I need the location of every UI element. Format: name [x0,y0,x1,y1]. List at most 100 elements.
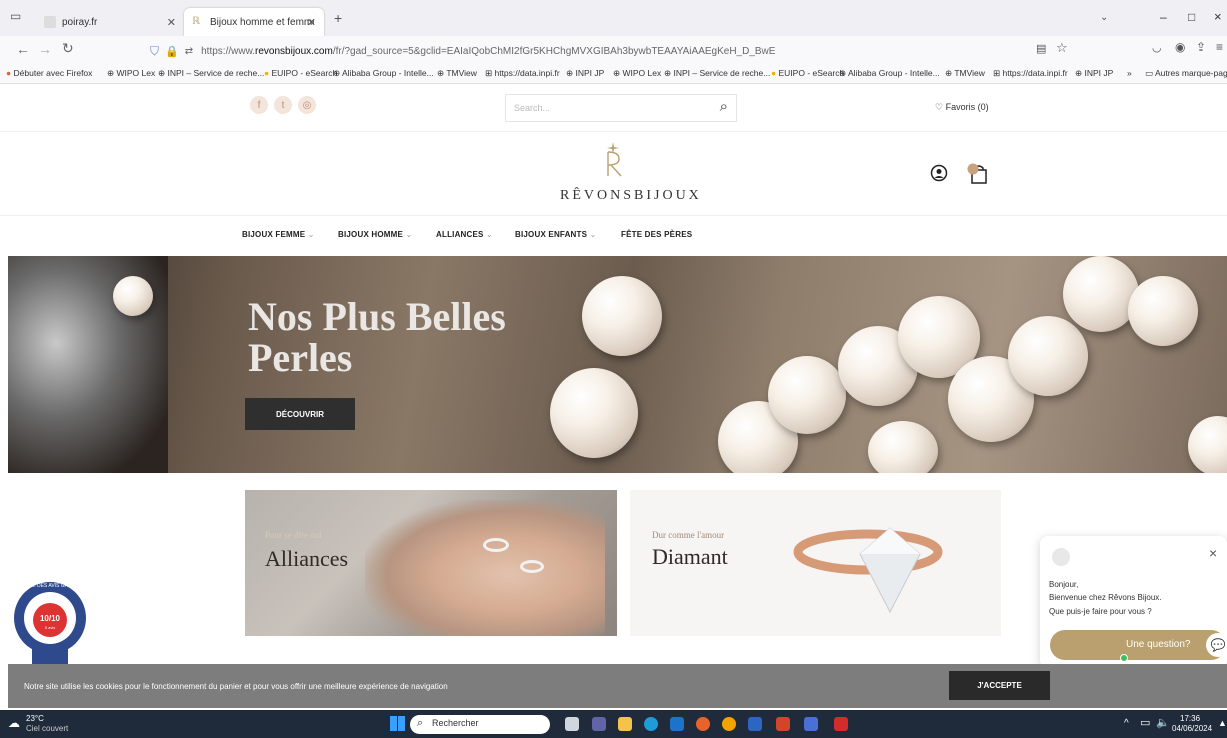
bookmark-star-icon[interactable]: ☆ [1056,40,1068,56]
menu-item-bijoux-enfants[interactable]: BIJOUX ENFANTS ⌄ [515,230,597,239]
hero-title: Nos Plus Belles Perles [248,294,506,380]
app-icon[interactable] [804,717,818,731]
reader-view-icon[interactable]: ▤ [1036,42,1046,55]
logo-text[interactable]: RÊVONSBIJOUX [560,188,702,204]
account-icon[interactable] [930,164,948,182]
ring-image [483,538,509,552]
minimize-button[interactable]: – [1160,10,1167,24]
menu-item-bijoux-femme[interactable]: BIJOUX FEMME ⌄ [242,230,315,239]
favorites-link[interactable]: ♡ Favoris (0) [935,102,989,113]
account-icon[interactable]: ◉ [1175,40,1185,54]
chat-widget: × Bonjour, Bienvenue chez Rêvons Bijoux.… [1040,536,1227,668]
accept-cookies-button[interactable]: J'ACCEPTE [949,671,1050,700]
permissions-icon[interactable]: ⇄ [185,46,193,57]
chat-greeting: Bonjour, [1049,580,1079,589]
tray-chevron-up-icon[interactable]: ^ [1124,718,1129,729]
hands-image [365,500,605,636]
tab-overflow-chevron-icon[interactable]: ⌄ [1100,12,1108,23]
search-input[interactable]: Search... ⌕ [505,94,737,122]
bookmark-item[interactable]: ⊕ Alibaba Group - Intelle... [839,68,940,79]
pearl-image [1188,416,1227,473]
close-window-button[interactable]: × [1214,9,1222,24]
tab-list-icon[interactable]: ▭ [10,9,21,23]
pearl-image [768,356,846,434]
bookmark-item[interactable]: ⊕ INPI JP [1075,68,1113,79]
hero-banner[interactable]: Nos Plus Belles Perles DÉCOUVRIR [8,256,1227,473]
chevron-down-icon: ⌄ [486,230,493,239]
url-bar[interactable]: ⛉ 🔒 ⇄ https://www. revonsbijoux.com /fr/… [150,40,1030,62]
site-top-strip: f t ◎ Search... ⌕ ♡ Favoris (0) [0,84,1227,132]
alliances-tile[interactable]: Pour se dire oui Alliances [245,490,617,636]
pearl-image [868,421,938,473]
menu-item-bijoux-homme[interactable]: BIJOUX HOMME ⌄ [338,230,412,239]
pearl-image [1128,276,1198,346]
diamant-tile[interactable]: Dur comme l'amour Diamant [630,490,1001,636]
reviews-badge-icon[interactable]: SOCIÉTÉ DES AVIS GARANTIS 10/10 5 avis [10,578,88,676]
weather-icon[interactable]: ☁ [8,716,20,730]
bookmark-item[interactable]: ⊕ Alibaba Group - Intelle... [333,68,434,79]
badge-ring-text: SOCIÉTÉ DES AVIS GARANTIS [14,582,87,589]
lock-icon[interactable]: 🔒 [165,45,179,58]
clock-date[interactable]: 04/06/2024 [1172,724,1212,733]
bookmark-item[interactable]: ⊕ INPI JP [566,68,604,79]
diamond-ring-image [793,527,943,614]
bookmark-item[interactable]: ⊕ INPI – Service de reche... [158,68,264,79]
other-bookmarks-folder[interactable]: ▭ Autres marque-page [1145,68,1227,79]
notification-icon[interactable]: ▲ [1218,718,1227,728]
close-chat-button[interactable]: × [1209,545,1217,561]
menu-item-fete-des-peres[interactable]: FÊTE DES PÈRES [621,230,692,239]
taskview-icon[interactable] [565,717,579,731]
tab-revonsbijoux[interactable]: ℝ Bijoux homme et femme en or ✕ [184,8,324,36]
bookmark-item[interactable]: ● Débuter avec Firefox [6,68,92,78]
bookmark-item[interactable]: ⊕ WIPO Lex [613,68,661,79]
bookmark-item[interactable]: ● EUIPO - eSearch [264,68,337,78]
more-bookmarks-button[interactable]: » [1127,68,1132,78]
chrome-icon[interactable] [722,717,736,731]
bookmark-item[interactable]: ⊕ WIPO Lex [107,68,155,79]
twitter-icon[interactable]: t [274,96,292,114]
acrobat-icon[interactable] [834,717,848,731]
facebook-icon[interactable]: f [250,96,268,114]
bookmark-item[interactable]: ⊞ https://data.inpi.fr [993,68,1068,79]
bookmark-item[interactable]: ⊕ INPI – Service de reche... [664,68,770,79]
logo-icon[interactable] [601,140,627,180]
forward-arrow-icon[interactable]: → [38,41,52,57]
discover-button[interactable]: DÉCOUVRIR [245,398,355,430]
pearl-image [1063,256,1139,332]
close-tab-icon[interactable]: ✕ [167,16,176,29]
close-tab-icon[interactable]: ✕ [307,16,316,29]
start-button[interactable] [390,716,405,731]
extensions-icon[interactable]: ⇪ [1196,40,1206,54]
bookmark-item[interactable]: ● EUIPO - eSearch [771,68,844,78]
search-icon[interactable]: ⌕ [720,98,728,115]
new-tab-button[interactable]: + [334,10,342,26]
edge-icon[interactable] [644,717,658,731]
chat-button-label: Une question? [1126,639,1191,650]
bookmark-item[interactable]: ⊕ TMView [437,68,477,79]
shield-icon[interactable]: ⛉ [150,44,159,59]
pocket-icon[interactable]: ◡ [1152,41,1162,54]
reload-icon[interactable]: ↻ [62,40,74,57]
taskbar-search[interactable]: ⌕ Rechercher [410,715,550,734]
back-arrow-icon[interactable]: ← [16,41,30,57]
word-icon[interactable] [748,717,762,731]
file-explorer-icon[interactable] [618,717,632,731]
tab-poiray[interactable]: poiray.fr ✕ [36,8,184,36]
menu-icon[interactable]: ≡ [1216,40,1223,54]
powerpoint-icon[interactable] [776,717,790,731]
firefox-icon[interactable] [696,717,710,731]
network-icon[interactable]: ▭ [1140,716,1150,729]
outlook-icon[interactable] [670,717,684,731]
clock-time[interactable]: 17:36 [1180,714,1200,723]
volume-icon[interactable]: 🔈 [1156,716,1170,729]
shopping-bag-icon[interactable] [966,162,990,186]
maximize-button[interactable]: □ [1188,10,1195,24]
chat-open-button[interactable]: Une question? 💬 [1050,630,1227,662]
chevron-down-icon: ⌄ [405,230,413,239]
teams-icon[interactable] [592,717,606,731]
menu-item-alliances[interactable]: ALLIANCES ⌄ [436,230,493,239]
instagram-icon[interactable]: ◎ [298,96,316,114]
bookmark-item[interactable]: ⊞ https://data.inpi.fr [485,68,560,79]
page-icon [44,16,56,28]
bookmark-item[interactable]: ⊕ TMView [945,68,985,79]
